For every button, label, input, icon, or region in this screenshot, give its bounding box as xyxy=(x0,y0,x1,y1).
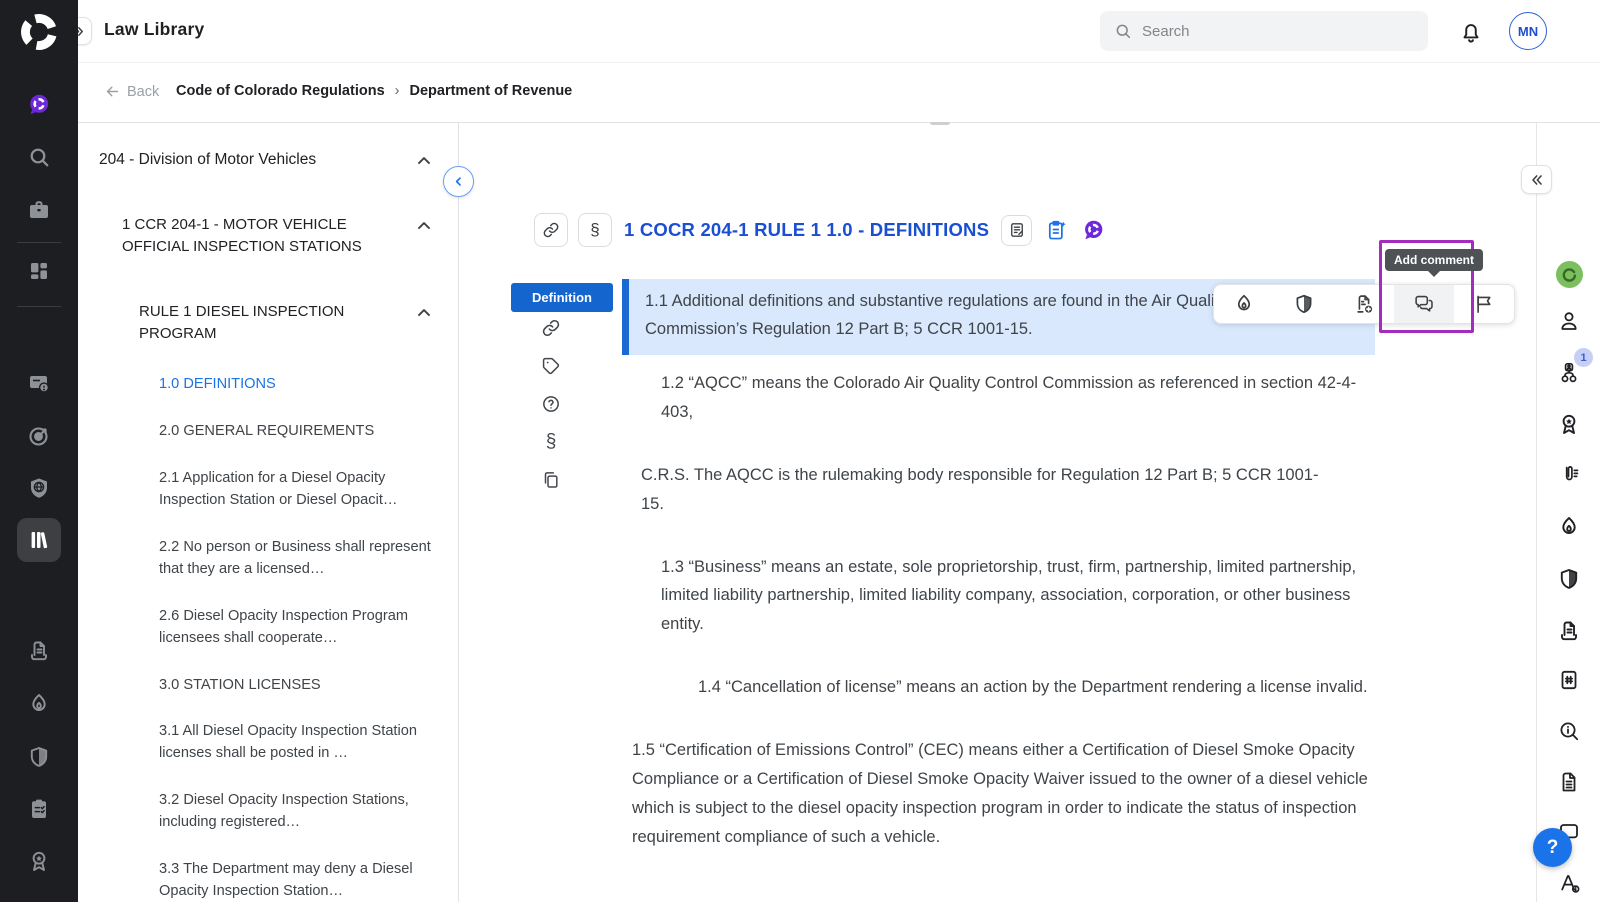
notifications-bell-icon[interactable] xyxy=(1458,19,1484,45)
avatar[interactable]: MN xyxy=(1509,12,1547,50)
right-rail-award-icon[interactable] xyxy=(1551,406,1587,442)
section-sign-button[interactable]: § xyxy=(578,213,612,247)
top-header: Law Library Search MN xyxy=(78,0,1600,62)
right-rail-search-info-icon[interactable] xyxy=(1551,713,1587,749)
toc-subsection[interactable]: 1 CCR 204-1 - MOTOR VEHICLE OFFICIAL INS… xyxy=(122,214,434,258)
toc-item-active[interactable]: 1.0 DEFINITIONS xyxy=(159,374,434,396)
toc-item[interactable]: 2.1 Application for a Diesel Opacity Ins… xyxy=(159,468,434,512)
right-rail-sync-status-icon[interactable] xyxy=(1556,261,1583,288)
breadcrumb-item-regulations[interactable]: Code of Colorado Regulations xyxy=(176,83,385,99)
notification-count-badge: 1 xyxy=(1574,348,1593,367)
regulation-paragraph: 1.5 “Certification of Emissions Control”… xyxy=(632,736,1372,852)
toc-item[interactable]: 2.2 No person or Business shall represen… xyxy=(159,537,434,581)
rail-item-billing-card-icon[interactable] xyxy=(17,361,61,405)
right-rail-text-info-icon[interactable] xyxy=(1551,865,1587,901)
add-comment-tooltip: Add comment xyxy=(1385,249,1483,271)
right-icon-rail: 1 ? xyxy=(1536,123,1600,902)
margin-section-sign-icon[interactable]: § xyxy=(540,431,562,453)
toolbar-flag-button[interactable] xyxy=(1454,285,1514,323)
right-rail-org-chart-icon[interactable]: 1 xyxy=(1551,355,1587,391)
margin-copy-icon[interactable] xyxy=(540,469,562,491)
chevron-up-icon[interactable] xyxy=(414,216,434,236)
document-title-row: § 1 COCR 204-1 RULE 1 1.0 - DEFINITIONS xyxy=(534,213,1106,247)
app-title: Law Library xyxy=(104,19,204,40)
chevron-up-icon[interactable] xyxy=(414,303,434,323)
rail-item-dashboard-icon[interactable] xyxy=(17,249,61,293)
rail-divider xyxy=(17,242,61,243)
chevron-up-icon[interactable] xyxy=(414,151,434,171)
toc-rule[interactable]: RULE 1 DIESEL INSPECTION PROGRAM xyxy=(139,301,434,345)
paragraph-list: 1.2 “AQCC” means the Colorado Air Qualit… xyxy=(632,369,1432,886)
search-icon xyxy=(1114,22,1132,40)
left-icon-rail xyxy=(0,0,78,902)
rail-item-target-icon[interactable] xyxy=(17,414,61,458)
breadcrumb-item-department[interactable]: Department of Revenue xyxy=(409,83,572,99)
selection-toolbar xyxy=(1213,284,1515,324)
toc-item[interactable]: 3.3 The Department may deny a Diesel Opa… xyxy=(159,859,434,902)
link-button[interactable] xyxy=(534,213,568,247)
rail-item-flame-icon[interactable] xyxy=(17,682,61,726)
document-content: § 1 COCR 204-1 RULE 1 1.0 - DEFINITIONS … xyxy=(459,123,1536,902)
right-rail-number-page-icon[interactable] xyxy=(1551,662,1587,698)
margin-help-circle-icon[interactable] xyxy=(540,393,562,415)
toc-item[interactable]: 3.2 Diesel Opacity Inspection Stations, … xyxy=(159,790,434,834)
help-button[interactable]: ? xyxy=(1533,828,1572,867)
arrow-left-icon xyxy=(104,83,121,100)
document-title: 1 COCR 204-1 RULE 1 1.0 - DEFINITIONS xyxy=(624,219,989,241)
right-rail-scan-document-icon[interactable] xyxy=(1551,613,1587,649)
app-window: Law Library Search MN Back Code of Color… xyxy=(0,0,1600,902)
clipboard-sparkle-button[interactable] xyxy=(1044,218,1069,243)
toc-item[interactable]: 3.1 All Diesel Opacity Inspection Statio… xyxy=(159,721,434,765)
right-rail-person-icon[interactable] xyxy=(1551,303,1587,339)
collapse-right-panel-button[interactable] xyxy=(1521,165,1552,194)
assistant-bubble-small-button[interactable] xyxy=(1081,218,1106,243)
search-input[interactable]: Search xyxy=(1100,11,1428,51)
margin-tag-icon[interactable] xyxy=(540,355,562,377)
right-rail-flame-icon[interactable] xyxy=(1551,509,1587,545)
rail-item-library-icon[interactable] xyxy=(17,518,61,562)
back-button[interactable]: Back xyxy=(104,83,159,100)
regulation-paragraph: 1.4 “Cancellation of license” means an a… xyxy=(698,673,1370,702)
rail-item-shield-icon[interactable] xyxy=(17,735,61,779)
rail-divider xyxy=(17,306,61,307)
right-rail-shield-icon[interactable] xyxy=(1551,561,1587,597)
toc-panel: 204 - Division of Motor Vehicles 1 CCR 2… xyxy=(78,123,458,902)
rail-item-briefcase-icon[interactable] xyxy=(17,188,61,232)
definition-chip[interactable]: Definition xyxy=(511,283,613,312)
toc-item[interactable]: 3.0 STATION LICENSES xyxy=(159,675,434,697)
regulation-paragraph: 1.3 “Business” means an estate, sole pro… xyxy=(661,553,1373,640)
margin-link-icon[interactable] xyxy=(540,317,562,339)
note-edit-button[interactable] xyxy=(1001,215,1032,246)
rail-item-clipboard-check-icon[interactable] xyxy=(17,787,61,831)
regulation-paragraph: C.R.S. The AQCC is the rulemaking body r… xyxy=(641,461,1341,519)
rail-item-award-icon[interactable] xyxy=(17,839,61,883)
margin-tools: § xyxy=(540,317,562,491)
collapse-toc-button[interactable] xyxy=(443,166,474,197)
right-rail-document-icon[interactable] xyxy=(1551,764,1587,800)
main-area: 204 - Division of Motor Vehicles 1 CCR 2… xyxy=(78,122,1600,902)
toc-item[interactable]: 2.6 Diesel Opacity Inspection Program li… xyxy=(159,606,434,650)
toc-item[interactable]: 2.0 GENERAL REQUIREMENTS xyxy=(159,421,434,443)
breadcrumb-separator: › xyxy=(395,83,400,99)
toolbar-shield-button[interactable] xyxy=(1274,285,1334,323)
toc-section[interactable]: 204 - Division of Motor Vehicles xyxy=(99,149,434,171)
toolbar-document-add-button[interactable] xyxy=(1334,285,1394,323)
search-placeholder: Search xyxy=(1142,23,1190,40)
regulation-paragraph: 1.2 “AQCC” means the Colorado Air Qualit… xyxy=(661,369,1373,427)
toolbar-flame-button[interactable] xyxy=(1214,285,1274,323)
breadcrumb: Code of Colorado Regulations › Departmen… xyxy=(176,83,572,99)
toolbar-comment-button[interactable] xyxy=(1394,285,1454,323)
rail-item-search-icon[interactable] xyxy=(17,135,61,179)
breadcrumb-bar: Back Code of Colorado Regulations › Depa… xyxy=(78,62,1600,122)
right-rail-attachment-icon[interactable] xyxy=(1551,457,1587,493)
rail-item-shield-globe-icon[interactable] xyxy=(17,466,61,510)
rail-item-scan-document-icon[interactable] xyxy=(17,629,61,673)
rail-item-assistant-bubble-icon[interactable] xyxy=(17,83,61,127)
brand-logo-icon[interactable] xyxy=(11,4,67,60)
